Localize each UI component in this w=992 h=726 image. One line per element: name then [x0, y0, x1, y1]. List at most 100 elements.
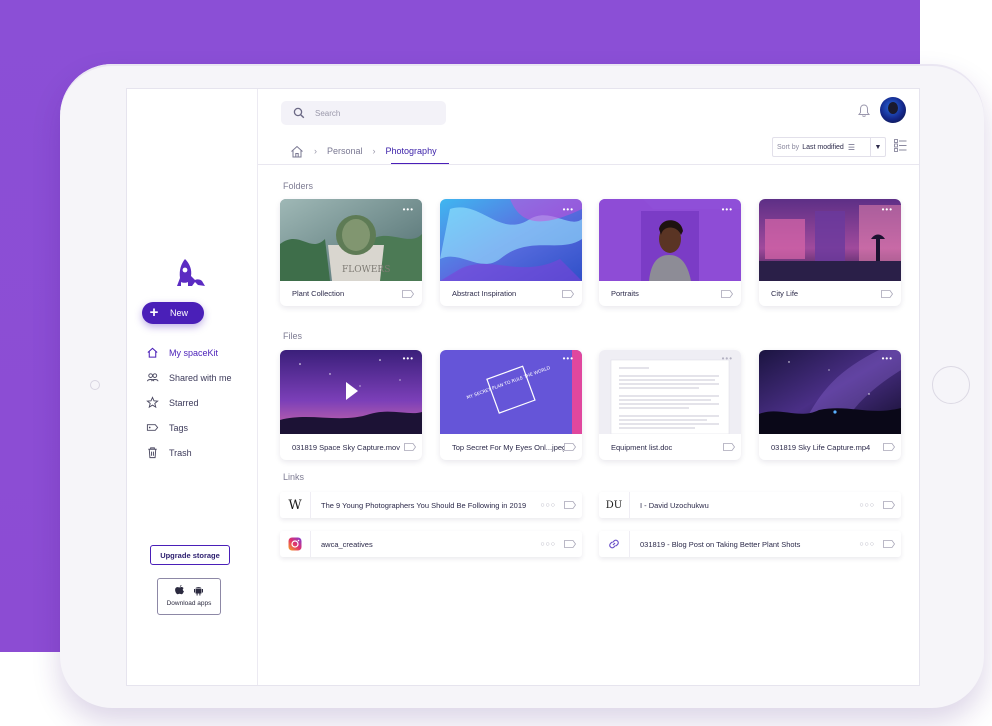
link-title: 031819 - Blog Post on Taking Better Plan…: [640, 539, 801, 549]
tablet-camera: [90, 380, 100, 390]
link-title: awca_creatives: [321, 539, 373, 549]
breadcrumb-item-personal[interactable]: Personal: [327, 146, 363, 156]
download-apps-button[interactable]: Download apps: [157, 578, 221, 615]
file-card[interactable]: ••• 031819 Sky Life Capture.mp4: [759, 350, 901, 460]
notification-bell-icon[interactable]: [856, 103, 872, 119]
folder-footer: Plant Collection: [280, 281, 422, 306]
link-row[interactable]: 031819 - Blog Post on Taking Better Plan…: [599, 531, 901, 557]
search-bar[interactable]: [281, 101, 446, 125]
link-row[interactable]: W The 9 Young Photographers You Should B…: [280, 492, 582, 518]
sidebar-item-label: Trash: [169, 447, 192, 458]
file-name: Top Secret For My Eyes Onl...jpeg: [452, 442, 564, 452]
more-options-icon[interactable]: •••: [722, 205, 733, 214]
app-screen: + New My spaceKit Shared with me Starred…: [126, 88, 920, 686]
svg-text:FLOWERS: FLOWERS: [342, 265, 390, 275]
more-options-icon[interactable]: ○○○: [859, 541, 875, 548]
link-title: The 9 Young Photographers You Should Be …: [321, 500, 527, 510]
file-name: 031819 Sky Life Capture.mp4: [771, 442, 871, 452]
folder-card[interactable]: ••• City Life: [759, 199, 901, 306]
folder-name: Abstract Inspiration: [452, 289, 517, 298]
plus-icon: +: [149, 304, 159, 321]
sidebar-item-trash[interactable]: Trash: [146, 440, 232, 465]
more-options-icon[interactable]: •••: [563, 205, 574, 214]
more-options-icon[interactable]: ○○○: [859, 502, 875, 509]
link-icon: [599, 531, 630, 557]
more-options-icon[interactable]: •••: [882, 205, 893, 214]
tag-icon[interactable]: [564, 443, 576, 451]
search-input[interactable]: [313, 107, 437, 119]
folder-thumbnail: FLOWERS: [280, 199, 422, 281]
file-card[interactable]: ••• Equipment list.doc: [599, 350, 741, 460]
sort-value: Last modified: [802, 143, 844, 151]
sort-dropdown[interactable]: Sort by Last modified ☰ ▼: [772, 137, 886, 157]
tag-icon: [146, 424, 159, 431]
file-footer: Top Secret For My Eyes Onl...jpeg: [440, 434, 582, 460]
breadcrumb-item-photography[interactable]: Photography: [386, 146, 437, 156]
sidebar-item-label: Tags: [169, 422, 189, 433]
download-apps-label: Download apps: [166, 600, 212, 607]
sidebar: + New My spaceKit Shared with me Starred…: [127, 89, 258, 685]
sidebar-item-tags[interactable]: Tags: [146, 415, 232, 440]
sort-label: Sort by: [777, 143, 800, 151]
folder-name: City Life: [771, 289, 799, 298]
breadcrumb: › Personal › Photography: [290, 141, 437, 161]
home-icon: [147, 347, 158, 358]
more-options-icon[interactable]: •••: [563, 354, 574, 363]
file-name: Equipment list.doc: [611, 442, 673, 452]
sidebar-item-label: My spaceKit: [169, 347, 219, 358]
tag-icon[interactable]: [881, 289, 893, 298]
sidebar-item-shared[interactable]: Shared with me: [146, 365, 232, 390]
folder-thumbnail: [440, 199, 582, 281]
more-options-icon[interactable]: •••: [722, 354, 733, 363]
user-avatar[interactable]: [880, 97, 906, 123]
file-footer: 031819 Space Sky Capture.mov: [280, 434, 422, 460]
upgrade-storage-button[interactable]: Upgrade storage: [150, 545, 230, 565]
trash-icon: [148, 447, 157, 459]
more-options-icon[interactable]: ○○○: [540, 541, 556, 548]
folder-card[interactable]: ••• Abstract Inspiration: [440, 199, 582, 306]
rocket-logo-icon: [177, 259, 205, 286]
tag-icon[interactable]: [721, 289, 733, 298]
tag-icon[interactable]: [404, 443, 416, 451]
link-row[interactable]: DU I - David Uzochukwu ○○○: [599, 492, 901, 518]
android-icon: [194, 587, 203, 596]
folder-card[interactable]: ••• Portraits: [599, 199, 741, 306]
star-icon: [146, 396, 159, 409]
more-options-icon[interactable]: •••: [403, 205, 414, 214]
home-icon[interactable]: [290, 145, 304, 158]
tag-icon[interactable]: [402, 289, 414, 298]
more-options-icon[interactable]: ○○○: [540, 502, 556, 509]
tag-icon[interactable]: [883, 443, 895, 451]
tag-icon[interactable]: [562, 289, 574, 298]
folder-card[interactable]: FLOWERS ••• Plant Collection: [280, 199, 422, 306]
link-title: I - David Uzochukwu: [640, 500, 709, 510]
folder-footer: Portraits: [599, 281, 741, 306]
sidebar-item-my-spacekit[interactable]: My spaceKit: [146, 340, 232, 365]
file-card[interactable]: ••• 031819 Space Sky Capture.mov: [280, 350, 422, 460]
tag-icon[interactable]: [723, 443, 735, 451]
chevron-down-icon[interactable]: ▼: [870, 138, 885, 156]
file-footer: 031819 Sky Life Capture.mp4: [759, 434, 901, 460]
link-row[interactable]: awca_creatives ○○○: [280, 531, 582, 557]
instagram-icon: [280, 531, 311, 557]
tag-icon[interactable]: [564, 540, 576, 548]
file-name: 031819 Space Sky Capture.mov: [292, 442, 400, 452]
search-icon: [293, 107, 305, 119]
folder-name: Portraits: [611, 289, 639, 298]
sidebar-item-starred[interactable]: Starred: [146, 390, 232, 415]
tag-icon[interactable]: [883, 501, 895, 509]
file-card[interactable]: MY SECRET PLAN TO RULE THE WORLD ••• Top…: [440, 350, 582, 460]
list-view-icon[interactable]: [894, 139, 907, 152]
sort-order-icon: ☰: [847, 142, 855, 152]
tablet-home-button[interactable]: [932, 366, 970, 404]
folder-thumbnail: [599, 199, 741, 281]
folder-footer: City Life: [759, 281, 901, 306]
more-options-icon[interactable]: •••: [403, 354, 414, 363]
section-title-folders: Folders: [283, 181, 314, 191]
people-icon: [146, 373, 159, 382]
new-button[interactable]: + New: [142, 302, 204, 324]
more-options-icon[interactable]: •••: [882, 354, 893, 363]
section-title-files: Files: [283, 331, 303, 341]
tag-icon[interactable]: [564, 501, 576, 509]
tag-icon[interactable]: [883, 540, 895, 548]
